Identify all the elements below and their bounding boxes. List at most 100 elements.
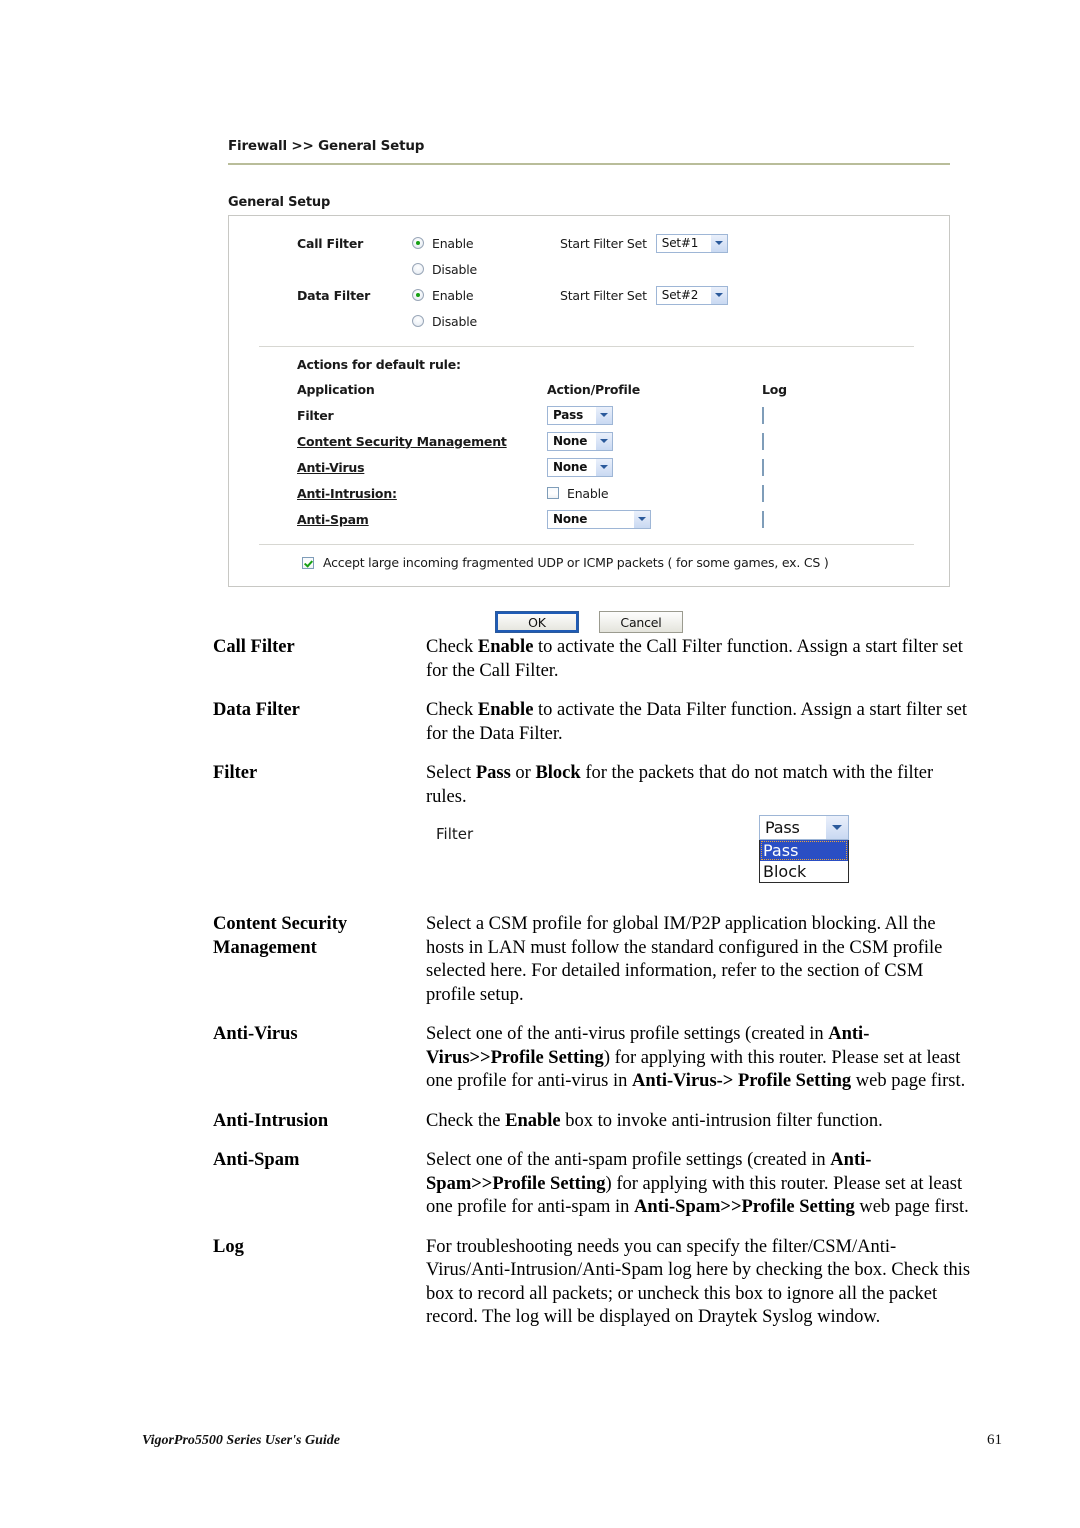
column-header-application: Application: [297, 381, 375, 397]
illustration-select-closed[interactable]: Pass: [759, 815, 849, 840]
filter-action-select[interactable]: Pass: [547, 405, 613, 425]
chevron-down-icon[interactable]: [825, 816, 848, 839]
csm-profile-select[interactable]: None: [547, 431, 613, 451]
chevron-down-icon[interactable]: [709, 234, 727, 252]
illustration-option-pass[interactable]: Pass: [760, 840, 848, 861]
description-row-filter: Filter Select Pass or Block for the pack…: [213, 762, 973, 897]
filter-action-value: Pass: [553, 407, 584, 422]
table-row-anti-spam: Anti-Spam None: [247, 506, 931, 532]
description-text: Select one of the anti-spam profile sett…: [426, 1150, 969, 1217]
breadcrumb-divider: [228, 163, 950, 165]
form-divider-bottom: [259, 544, 914, 545]
log-checkbox-filter[interactable]: [762, 406, 764, 424]
form-divider-top: [259, 346, 914, 347]
application-link-anti-intrusion[interactable]: Anti-Intrusion:: [297, 486, 547, 501]
chevron-down-icon[interactable]: [595, 458, 612, 476]
data-filter-row: Data Filter Enable Start Filter Set Set#…: [247, 282, 931, 308]
general-setup-form: Call Filter Enable Start Filter Set Set#…: [228, 215, 950, 587]
application-link-content-security-management[interactable]: Content Security Management: [297, 434, 547, 449]
description-term: Log: [213, 1236, 244, 1257]
description-text-wrapper: Select Pass or Block for the packets tha…: [426, 762, 973, 897]
chevron-down-icon[interactable]: [595, 406, 612, 424]
illustration-option-list[interactable]: Pass Block: [759, 840, 849, 883]
accept-fragmented-label: Accept large incoming fragmented UDP or …: [323, 555, 829, 570]
ok-button[interactable]: OK: [495, 611, 579, 633]
chevron-down-icon[interactable]: [709, 286, 727, 304]
action-cell-filter: Pass: [547, 405, 762, 425]
footer-page-number: 61: [987, 1432, 1002, 1448]
call-filter-disable-row: Disable: [247, 256, 931, 282]
illustration-selected-value: Pass: [765, 818, 800, 837]
log-cell-anti-virus: [762, 458, 764, 476]
column-header-log: Log: [762, 381, 787, 397]
description-term: Call Filter: [213, 637, 295, 657]
description-term: Filter: [213, 763, 258, 783]
accept-fragmented-row[interactable]: Accept large incoming fragmented UDP or …: [247, 555, 931, 570]
log-cell-anti-spam: [762, 510, 764, 528]
description-text: Check Enable to activate the Data Filter…: [426, 700, 968, 744]
data-filter-start-set-label: Start Filter Set: [560, 287, 647, 303]
log-checkbox-anti-virus[interactable]: [762, 458, 764, 476]
radio-icon-call-filter-enable[interactable]: [412, 237, 424, 249]
field-descriptions: Call Filter Check Enable to activate the…: [213, 636, 973, 1346]
anti-intrusion-enable-checkbox[interactable]: [547, 487, 559, 499]
call-filter-enable-label: Enable: [432, 235, 474, 251]
data-filter-enable-option[interactable]: Enable: [412, 288, 560, 303]
anti-virus-profile-select[interactable]: None: [547, 457, 613, 477]
radio-icon-data-filter-disable[interactable]: [412, 315, 424, 327]
call-filter-disable-option[interactable]: Disable: [412, 262, 560, 277]
illustration-select[interactable]: Pass Pass Block: [759, 815, 849, 883]
chevron-down-icon[interactable]: [595, 432, 612, 450]
log-cell-anti-intrusion: [762, 484, 764, 502]
data-filter-start-set-select[interactable]: Set#2: [655, 285, 728, 305]
call-filter-enable-option[interactable]: Enable: [412, 236, 560, 251]
description-text: Select one of the anti-virus profile set…: [426, 1024, 966, 1091]
action-cell-anti-spam: None: [547, 509, 762, 529]
accept-fragmented-checkbox[interactable]: [302, 556, 314, 569]
anti-spam-profile-select[interactable]: None: [547, 509, 651, 529]
description-row-call-filter: Call Filter Check Enable to activate the…: [213, 636, 973, 683]
cancel-button[interactable]: Cancel: [599, 611, 683, 633]
call-filter-row: Call Filter Enable Start Filter Set Set#…: [247, 230, 931, 256]
data-filter-disable-option[interactable]: Disable: [412, 314, 560, 329]
application-link-anti-spam[interactable]: Anti-Spam: [297, 512, 547, 527]
filter-dropdown-illustration: Filter Pass Pass Block: [426, 815, 973, 897]
table-row-csm: Content Security Management None: [247, 428, 931, 454]
column-header-action-profile: Action/Profile: [547, 381, 640, 397]
footer-guide-title: VigorPro5500 Series User's Guide: [142, 1433, 340, 1448]
log-cell-filter: [762, 406, 764, 424]
description-term: Anti-Intrusion: [213, 1110, 329, 1131]
description-term: Anti-Spam: [213, 1150, 300, 1170]
chevron-down-icon[interactable]: [633, 510, 650, 528]
log-checkbox-csm[interactable]: [762, 432, 764, 450]
description-text: Select a CSM profile for global IM/P2P a…: [426, 914, 943, 1005]
form-button-row: OK Cancel: [228, 611, 950, 633]
description-term: Anti-Virus: [213, 1024, 298, 1044]
call-filter-start-set-select[interactable]: Set#1: [655, 233, 728, 253]
data-filter-start-set-value: Set#2: [661, 287, 699, 302]
call-filter-label: Call Filter: [297, 235, 364, 251]
log-checkbox-anti-intrusion[interactable]: [762, 484, 764, 502]
anti-spam-profile-value: None: [553, 511, 588, 526]
page-footer: VigorPro5500 Series User's Guide 61: [142, 1432, 1002, 1449]
description-term: Data Filter: [213, 700, 300, 720]
data-filter-enable-label: Enable: [432, 287, 474, 303]
call-filter-disable-label: Disable: [432, 261, 477, 277]
application-name-filter: Filter: [297, 407, 334, 423]
description-text: For troubleshooting needs you can specif…: [426, 1236, 971, 1328]
application-link-anti-virus[interactable]: Anti-Virus: [297, 460, 547, 475]
data-filter-disable-label: Disable: [432, 313, 477, 329]
actions-table-header: Application Action/Profile Log: [247, 376, 931, 402]
breadcrumb: Firewall >> General Setup: [228, 138, 425, 154]
illustration-option-block[interactable]: Block: [760, 861, 848, 882]
log-checkbox-anti-spam[interactable]: [762, 510, 764, 528]
action-cell-csm: None: [547, 431, 762, 451]
description-row-data-filter: Data Filter Check Enable to activate the…: [213, 699, 973, 746]
radio-icon-call-filter-disable[interactable]: [412, 263, 424, 275]
document-page: Firewall >> General Setup General Setup …: [0, 0, 1080, 1528]
description-term: Content Security Management: [213, 914, 348, 958]
router-ui-screenshot: Firewall >> General Setup General Setup …: [228, 138, 950, 633]
radio-icon-data-filter-enable[interactable]: [412, 289, 424, 301]
anti-intrusion-enable-label: Enable: [567, 485, 609, 501]
anti-intrusion-enable-option[interactable]: Enable: [547, 485, 609, 501]
